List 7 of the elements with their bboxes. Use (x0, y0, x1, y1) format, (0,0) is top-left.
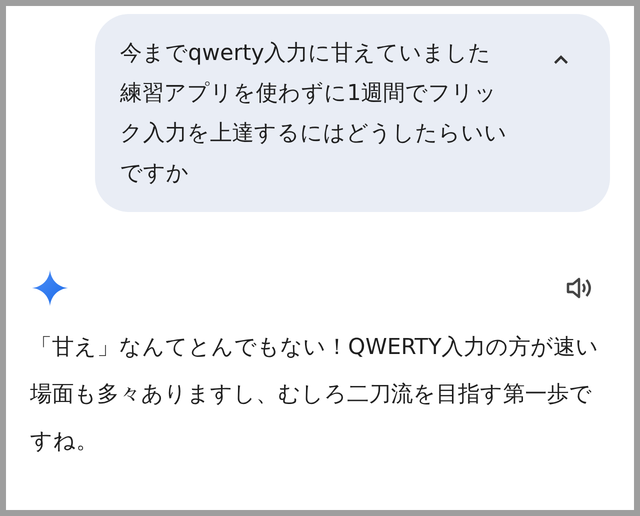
prompt-text: 練習アプリを使わずに1週間でフリック入力を上達するにはどうしたらいいですか (120, 80, 508, 188)
response-text: 「甘え」なんてとんでもない！QWERTY入力の方が速い場面も多々ありますし、むしろ二刀流を目指す第一歩ですね。 (30, 334, 600, 456)
sparkle-icon (32, 270, 68, 306)
prompt-text: 今までqwerty入力に甘えていました (120, 40, 492, 68)
collapse-button[interactable] (552, 54, 570, 66)
speaker-icon[interactable] (566, 276, 594, 300)
chevron-icon (552, 54, 570, 66)
